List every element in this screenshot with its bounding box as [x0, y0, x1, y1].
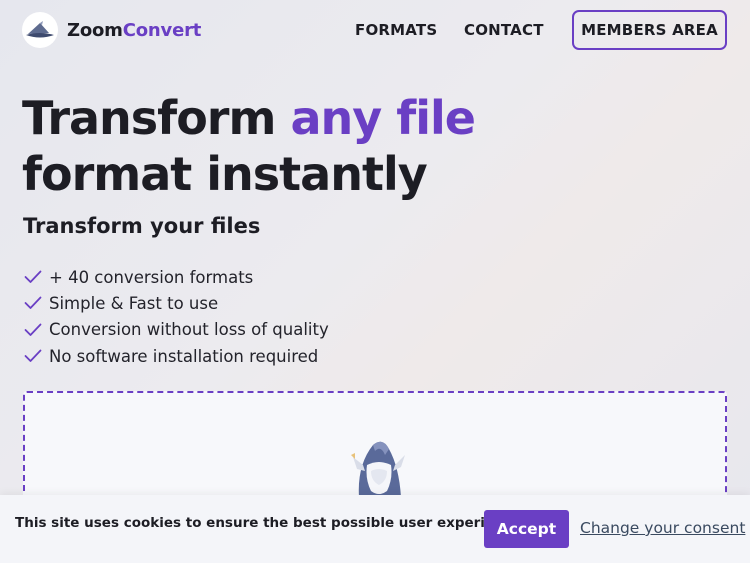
check-icon: [24, 323, 42, 337]
nav-contact-link[interactable]: CONTACT: [464, 21, 544, 39]
brand-logo[interactable]: ZoomConvert: [22, 12, 201, 48]
hero-title-accent: any file: [290, 91, 476, 145]
feature-label: Conversion without loss of quality: [49, 320, 329, 340]
check-icon: [24, 296, 42, 310]
change-consent-link[interactable]: Change your consent: [580, 519, 745, 537]
cookie-message: This site uses cookies to ensure the bes…: [15, 515, 526, 531]
hero-title: Transform any file format instantly: [22, 90, 622, 202]
brand-name-part2: Convert: [122, 19, 202, 41]
site-header: ZoomConvert FORMATS CONTACT MEMBERS AREA: [0, 0, 750, 62]
brand-name-part1: Zoom: [67, 19, 123, 41]
cookie-consent-bar: This site uses cookies to ensure the bes…: [0, 495, 750, 563]
feature-label: + 40 conversion formats: [49, 267, 254, 287]
wizard-logo-icon: [22, 12, 58, 48]
check-icon: [24, 349, 42, 363]
accept-cookies-button[interactable]: Accept: [484, 510, 569, 548]
brand-name: ZoomConvert: [67, 20, 201, 41]
feature-label: No software installation required: [49, 346, 319, 366]
check-icon: [24, 270, 42, 284]
nav-formats-link[interactable]: FORMATS: [355, 21, 437, 39]
feature-item: Simple & Fast to use: [24, 290, 329, 316]
hero-title-start: Transform: [22, 91, 291, 145]
feature-item: Conversion without loss of quality: [24, 317, 329, 343]
feature-item: + 40 conversion formats: [24, 264, 329, 290]
hero-title-end: format instantly: [22, 147, 428, 201]
feature-list: + 40 conversion formats Simple & Fast to…: [24, 264, 329, 369]
feature-label: Simple & Fast to use: [49, 293, 219, 313]
feature-item: No software installation required: [24, 343, 329, 369]
hero-subtitle: Transform your files: [23, 214, 261, 238]
members-area-button[interactable]: MEMBERS AREA: [572, 10, 727, 50]
